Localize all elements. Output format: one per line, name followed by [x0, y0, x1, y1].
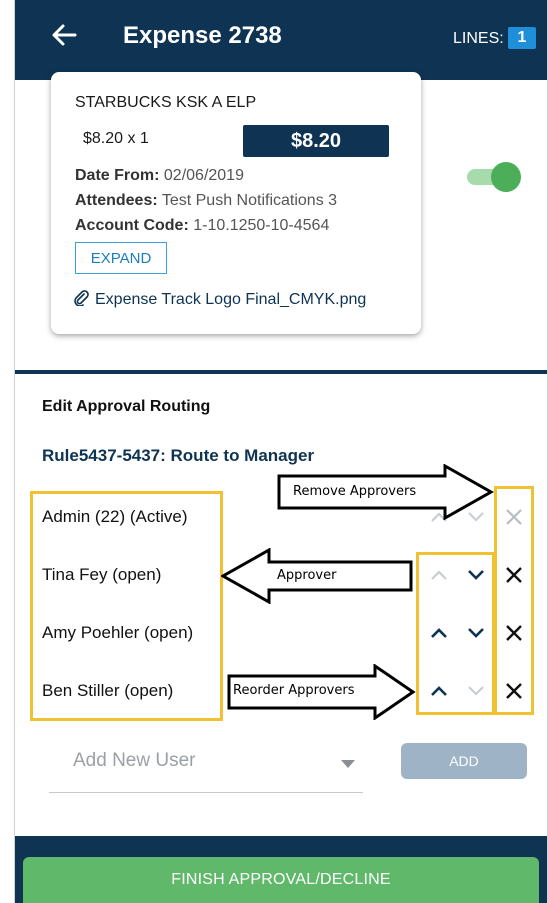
add-user-button[interactable]: ADD: [401, 743, 527, 779]
dropdown-caret-icon[interactable]: [341, 760, 355, 768]
attendees-value: Test Push Notifications 3: [157, 192, 338, 209]
attendees-label: Attendees:: [75, 192, 158, 209]
account-code-value: 1-10.1250-10-4564: [188, 217, 330, 234]
header-bar: Expense 2738 LINES: 1: [15, 0, 547, 80]
finish-approval-button[interactable]: FINISH APPROVAL/DECLINE: [23, 857, 539, 903]
reorder-approvers-annotation: Reorder Approvers: [233, 683, 355, 698]
paperclip-icon: [74, 290, 89, 306]
amount-badge: $8.20: [243, 125, 389, 157]
toggle-knob: [491, 162, 521, 192]
approvers-highlight-box: [30, 491, 223, 721]
approve-line-toggle[interactable]: [467, 162, 523, 192]
routing-rule-name: Rule5437-5437: Route to Manager: [42, 446, 315, 465]
section-divider: [15, 370, 547, 374]
back-arrow-icon[interactable]: [51, 22, 77, 48]
approver-annotation: Approver: [277, 568, 337, 583]
attachment-link[interactable]: Expense Track Logo Final_CMYK.png: [73, 290, 366, 309]
app-frame: Expense 2738 LINES: 1 STARBUCKS KSK A EL…: [14, 0, 548, 903]
reorder-highlight-box: [416, 552, 495, 715]
page-title: Expense 2738: [123, 22, 282, 49]
date-from-label: Date From:: [75, 167, 160, 184]
edit-routing-title: Edit Approval Routing: [42, 398, 211, 415]
lines-label: LINES:: [453, 30, 504, 47]
date-from-value: 02/06/2019: [159, 167, 244, 184]
add-new-user-select[interactable]: Add New User: [73, 750, 196, 772]
lines-count-badge[interactable]: 1: [508, 27, 536, 49]
date-from-row: Date From: 02/06/2019: [75, 167, 244, 185]
quantity-price: $8.20 x 1: [83, 130, 149, 147]
account-code-row: Account Code: 1-10.1250-10-4564: [75, 217, 329, 235]
attendees-row: Attendees: Test Push Notifications 3: [75, 192, 337, 210]
account-code-label: Account Code:: [75, 217, 189, 234]
merchant-name: STARBUCKS KSK A ELP: [75, 94, 257, 111]
add-user-underline: [49, 792, 363, 793]
remove-approvers-annotation: Remove Approvers: [293, 484, 417, 499]
expense-line-card: STARBUCKS KSK A ELP $8.20 x 1 $8.20 Date…: [51, 72, 421, 334]
remove-highlight-box: [494, 486, 534, 715]
expand-button[interactable]: EXPAND: [75, 242, 167, 274]
attachment-filename: Expense Track Logo Final_CMYK.png: [95, 291, 367, 308]
